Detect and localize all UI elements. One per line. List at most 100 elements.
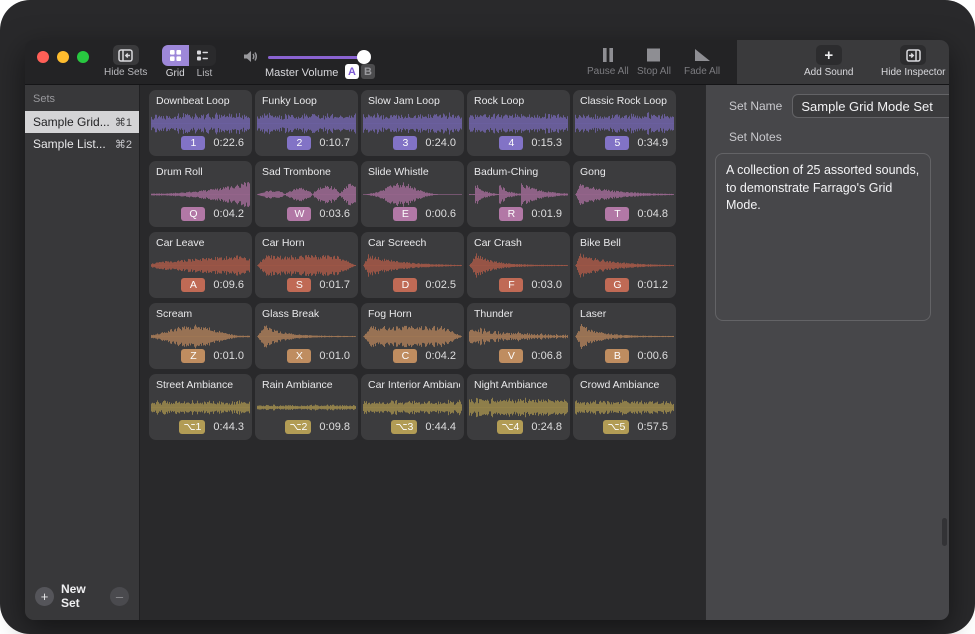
close-window-button[interactable] [37,51,49,63]
sound-title: Night Ambiance [474,379,566,391]
sound-tile[interactable]: Slide WhistleE0:00.6 [361,161,464,227]
key-badge: 3 [393,136,417,150]
waveform [257,394,356,421]
key-badge: D [393,278,417,292]
sound-tile[interactable]: Car CrashF0:03.0 [467,232,570,298]
waveform [151,110,250,137]
set-name-label: Set Name [729,99,782,113]
sound-title: Scream [156,308,248,320]
set-list-item[interactable]: Sample Grid...⌘1 [25,111,139,133]
sound-tile[interactable]: Sad TromboneW0:03.6 [255,161,358,227]
sound-duration: 0:02.5 [425,279,456,291]
add-set-button[interactable]: + [35,587,54,606]
remove-set-button[interactable]: – [110,587,129,606]
key-badge: 5 [605,136,629,150]
sound-tile[interactable]: Funky Loop20:10.7 [255,90,358,156]
grid-view-button[interactable] [162,45,189,66]
sound-tile[interactable]: Downbeat Loop 1 0:22.6 [149,90,252,156]
sound-duration: 0:24.0 [425,137,456,149]
sound-tile[interactable]: ThunderV0:06.8 [467,303,570,369]
sound-tile[interactable]: Car Interior Ambiance⌥30:44.4 [361,374,464,440]
sound-duration: 0:22.6 [213,137,244,149]
key-badge: Z [181,349,205,363]
set-list-item[interactable]: Sample List...⌘2 [25,133,139,155]
key-badge: ⌥4 [497,420,523,434]
sound-tile[interactable]: Slow Jam Loop30:24.0 [361,90,464,156]
waveform [575,181,674,208]
sound-duration: 0:00.6 [637,350,668,362]
sound-tile[interactable]: Rain Ambiance⌥20:09.8 [255,374,358,440]
pause-all-button[interactable]: Pause All [587,46,629,77]
add-sound-button[interactable]: + Add Sound [804,45,854,78]
inspector-scrollbar-thumb[interactable] [942,518,947,546]
hide-inspector-icon [900,45,926,65]
zoom-window-button[interactable] [77,51,89,63]
sound-duration: 0:09.8 [319,421,350,433]
waveform [363,181,462,208]
volume-knob[interactable] [357,50,371,64]
waveform [469,181,568,208]
sound-tile[interactable]: Rock Loop40:15.3 [467,90,570,156]
key-badge: S [287,278,311,292]
sound-tile[interactable]: LaserB0:00.6 [573,303,676,369]
master-volume-label: Master Volume [265,67,338,79]
sound-tile[interactable]: ScreamZ0:01.0 [149,303,252,369]
list-view-button[interactable] [189,45,216,66]
sound-title: Rock Loop [474,95,566,107]
waveform [363,110,462,137]
key-badge: E [393,207,417,221]
set-notes-label: Set Notes [706,118,949,144]
sound-title: Thunder [474,308,566,320]
sound-title: Badum-Ching [474,166,566,178]
sound-duration: 0:04.8 [637,208,668,220]
stop-all-button[interactable]: Stop All [637,46,671,77]
sound-title: Street Ambiance [156,379,248,391]
sound-duration: 0:15.3 [531,137,562,149]
new-set-label[interactable]: New Set [61,582,103,610]
waveform [257,181,356,208]
fade-all-button[interactable]: Fade All [684,46,720,77]
sound-tile[interactable]: Fog HornC0:04.2 [361,303,464,369]
sound-tile[interactable]: Drum RollQ0:04.2 [149,161,252,227]
hide-inspector-button[interactable]: Hide Inspector [881,45,945,78]
waveform [151,181,250,208]
speaker-icon [243,50,259,68]
sound-tile[interactable]: Car LeaveA0:09.6 [149,232,252,298]
list-label: List [197,68,213,79]
hide-sets-button[interactable]: Hide Sets [104,45,147,78]
sound-tile[interactable]: Street Ambiance⌥10:44.3 [149,374,252,440]
waveform [363,323,462,350]
master-volume-slider[interactable] [268,56,370,59]
sound-tile[interactable]: Badum-ChingR0:01.9 [467,161,570,227]
sound-duration: 0:09.6 [213,279,244,291]
set-a-button[interactable]: A [345,64,359,79]
key-badge: ⌥5 [603,420,629,434]
key-badge: 1 [181,136,205,150]
ab-set-toggle: A B [345,64,375,79]
sound-tile[interactable]: Bike BellG0:01.2 [573,232,676,298]
sound-title: Downbeat Loop [156,95,248,107]
sound-tile[interactable]: Car HornS0:01.7 [255,232,358,298]
sound-tile[interactable]: Crowd Ambiance⌥50:57.5 [573,374,676,440]
set-b-button[interactable]: B [361,64,375,79]
sound-tile[interactable]: GongT0:04.8 [573,161,676,227]
sound-title: Fog Horn [368,308,460,320]
waveform [257,110,356,137]
sound-title: Car Screech [368,237,460,249]
set-name-input[interactable] [792,94,949,118]
waveform [469,394,568,421]
waveform [469,110,568,137]
sound-duration: 0:01.2 [637,279,668,291]
sound-title: Funky Loop [262,95,354,107]
sound-tile[interactable]: Car Screech D 0:02.5 [361,232,464,298]
sound-duration: 0:03.6 [319,208,350,220]
set-notes-textarea[interactable]: A collection of 25 assorted sounds, to d… [715,153,931,321]
sound-tile[interactable]: Night Ambiance⌥40:24.8 [467,374,570,440]
sound-grid: Downbeat Loop10:22.6Funky Loop20:10.7Slo… [141,85,705,440]
grid-icon [169,49,182,62]
sound-title: Bike Bell [580,237,672,249]
sound-tile[interactable]: Classic Rock Loop50:34.9 [573,90,676,156]
sound-duration: 0:10.7 [319,137,350,149]
sound-tile[interactable]: Glass BreakX0:01.0 [255,303,358,369]
minimize-window-button[interactable] [57,51,69,63]
